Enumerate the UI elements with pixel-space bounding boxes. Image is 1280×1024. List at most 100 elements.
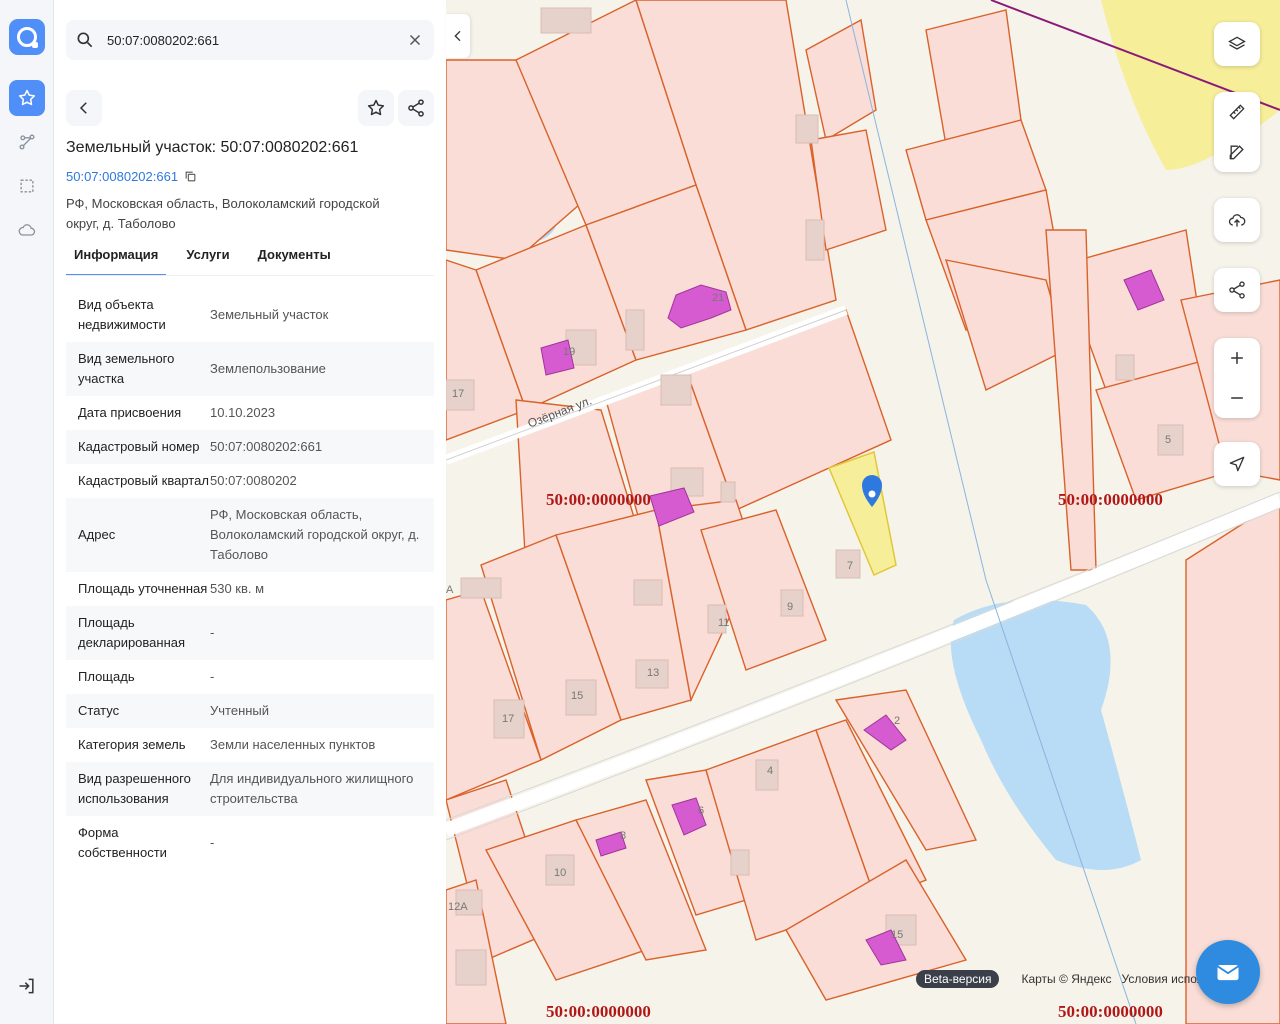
ruler-icon[interactable] [1227,102,1247,122]
locate-button[interactable] [1214,442,1260,486]
cadastral-number-link[interactable]: 50:07:0080202:661 [66,169,197,184]
property-value: 50:07:0080202:661 [210,439,323,454]
house-number: 6 [698,805,705,817]
property-value: 50:07:0080202 [210,473,297,488]
close-icon[interactable] [406,31,424,49]
feedback-button[interactable] [1196,940,1260,1004]
quarter-label: 50:00:0000000 [1058,490,1163,509]
cadastral-number-text[interactable]: 50:07:0080202:661 [66,169,178,184]
house-number: 11 [718,617,730,629]
table-row: Площадь декларированная - [66,606,434,660]
star-icon[interactable] [9,80,45,116]
table-row: Вид разрешенного использования Для индиви… [66,762,434,816]
map-share-button[interactable] [1214,268,1260,312]
house-number: 9 [787,601,794,613]
map-canvas[interactable] [446,0,1280,1024]
star-icon [367,99,385,116]
cadastral-map[interactable]: 21 19 17 7 9 11 13 15 17 5 4 6 8 10 12А … [446,0,1280,1024]
table-row: Площадь - [66,660,434,694]
mail-icon [1216,965,1240,981]
map-footer: Beta-версия Карты © Яндекс Условия испол [916,970,1204,988]
collapse-panel-button[interactable] [446,14,470,58]
properties-table: Вид объекта недвижимости Земельный участо… [66,288,434,870]
table-row: Вид объекта недвижимости Земельный участо… [66,288,434,342]
property-key: Форма собственности [78,825,167,860]
search-input[interactable] [107,32,397,48]
property-value: РФ, Московская область, Волоколамский го… [210,507,420,562]
property-key: Адрес [78,527,116,542]
tabs-divider [66,275,434,276]
house-number: 19 [563,346,576,358]
tools-group [1214,92,1260,172]
terms-link[interactable]: Условия испол [1122,972,1204,986]
property-key: Вид земельного участка [78,351,175,386]
property-value: Для индивидуального жилищного строительс… [210,771,414,806]
quarter-label: 50:00:0000000 [546,1002,651,1021]
share-icon [408,99,424,117]
house-number: 17 [452,388,465,400]
table-row: Дата присвоения 10.10.2023 [66,396,434,430]
property-value: 530 кв. м [210,581,265,596]
property-value: - [210,625,215,640]
favorite-button[interactable] [358,90,394,126]
share-button[interactable] [398,90,434,126]
house-number: 13 [647,667,660,679]
property-key: Статус [78,703,120,718]
property-key: Площадь декларированная [78,615,186,650]
property-key: Площадь [78,669,135,684]
property-key: Вид разрешенного использования [78,771,191,806]
property-value: Землепользование [210,361,326,376]
copy-icon[interactable] [184,170,197,183]
info-panel: Земельный участок: 50:07:0080202:661 50:… [54,0,446,1024]
edit-icon[interactable] [1227,142,1247,162]
property-value: Земельный участок [210,307,329,322]
property-value: - [210,669,215,684]
navigation-icon [1229,456,1245,472]
tab-services[interactable]: Услуги [178,244,237,276]
property-key: Площадь уточненная [78,581,208,596]
table-row: Форма собственности - [66,816,434,870]
tab-information[interactable]: Информация [66,244,167,276]
upload-button[interactable] [1214,198,1260,242]
layers-button[interactable] [1214,22,1260,66]
house-number: 7 [847,560,854,572]
object-address: РФ, Московская область, Волоколамский го… [66,196,380,231]
cloud-upload-icon [1228,214,1246,227]
house-number: 21 [712,292,725,304]
tab-bar: Информация Услуги Документы [66,244,351,276]
property-value: 10.10.2023 [210,405,276,420]
house-number: 15 [891,929,904,941]
logout-icon[interactable] [17,976,37,996]
zoom-out-icon[interactable] [1227,388,1247,408]
table-row: Кадастровый номер 50:07:0080202:661 [66,430,434,464]
beta-badge: Beta-версия [916,970,1000,988]
property-key: Кадастровый номер [78,439,200,454]
property-value: Земли населенных пунктов [210,737,376,752]
search-icon [77,32,93,48]
search-bar[interactable] [66,20,434,60]
selection-icon[interactable] [9,168,45,204]
property-key: Дата присвоения [78,405,182,420]
house-number: 8 [620,830,627,842]
house-number: 4 [767,765,774,777]
zoom-controls [1214,338,1260,418]
quarter-label: 50:00:0000000 [1058,1002,1163,1021]
house-number: 12А [448,901,468,913]
quarter-label: 50:00:0000000 [546,490,651,509]
cloud-icon[interactable] [9,212,45,248]
table-row: Кадастровый квартал 50:07:0080202 [66,464,434,498]
zoom-in-icon[interactable] [1227,348,1247,368]
table-row: Статус Учтенный [66,694,434,728]
route-icon[interactable] [9,124,45,160]
house-number: 10 [554,867,567,879]
house-number: 2 [894,715,901,727]
back-button[interactable] [66,90,102,126]
tab-documents[interactable]: Документы [250,244,339,276]
object-title: Земельный участок: 50:07:0080202:661 [66,139,359,156]
property-value: - [210,835,215,850]
table-row: Вид земельного участка Землепользование [66,342,434,396]
property-key: Кадастровый квартал [78,473,209,488]
map-copyright[interactable]: Карты © Яндекс [1021,972,1111,986]
app-logo-icon[interactable] [9,19,45,55]
chevron-left-icon [79,102,87,114]
